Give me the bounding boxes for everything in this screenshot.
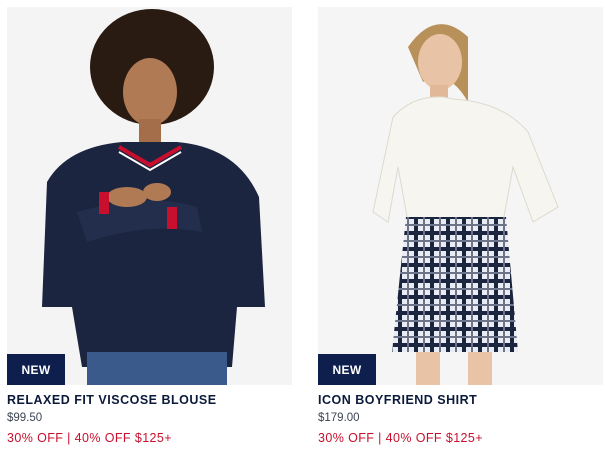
product-image[interactable]: NEW [318, 7, 603, 385]
product-title[interactable]: ICON BOYFRIEND SHIRT [318, 393, 603, 407]
product-card-icon-boyfriend-shirt[interactable]: NEW ICON BOYFRIEND SHIRT $179.00 30% OFF… [318, 7, 603, 445]
product-title[interactable]: RELAXED FIT VISCOSE BLOUSE [7, 393, 292, 407]
product-image[interactable]: NEW [7, 7, 292, 385]
product-price: $179.00 [318, 412, 360, 424]
model-in-navy-blouse-photo [7, 7, 292, 385]
new-badge: NEW [318, 354, 376, 385]
promo-text: 30% OFF | 40% OFF $125+ [318, 431, 483, 445]
promo-text: 30% OFF | 40% OFF $125+ [7, 431, 172, 445]
product-card-relaxed-fit-viscose-blouse[interactable]: NEW RELAXED FIT VISCOSE BLOUSE $99.50 30… [7, 7, 292, 445]
model-in-white-shirt-photo [318, 7, 603, 385]
new-badge: NEW [7, 354, 65, 385]
product-price: $99.50 [7, 412, 43, 424]
